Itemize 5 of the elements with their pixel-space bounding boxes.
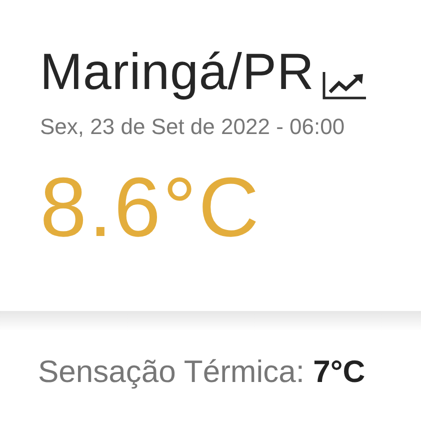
feels-like-text: Sensação Térmica: 7°C <box>38 354 366 390</box>
line-chart-icon[interactable] <box>322 70 366 100</box>
city-title: Maringá/PR <box>40 44 314 100</box>
temperature-value: 8.6°C <box>40 160 262 254</box>
date-time-text: Sex, 23 de Set de 2022 - 06:00 <box>40 113 346 142</box>
